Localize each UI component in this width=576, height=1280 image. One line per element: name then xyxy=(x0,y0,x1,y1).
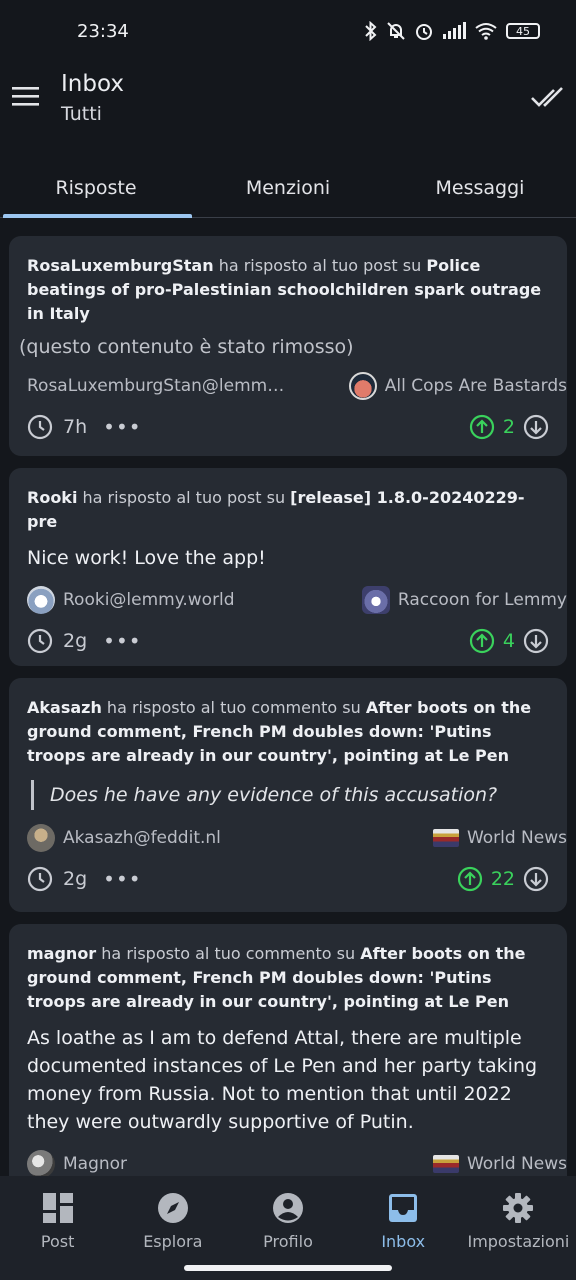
reply-meta: RosaLuxemburgStan@lemm… All Cops Are Bas… xyxy=(27,372,567,400)
reply-time: 2g xyxy=(63,630,88,652)
reply-actions: 7h ••• 2 xyxy=(27,414,549,440)
downvote-icon[interactable] xyxy=(523,628,549,654)
reply-actions: 2g ••• 4 xyxy=(27,628,549,654)
reply-user[interactable]: RosaLuxemburgStan@lemm… xyxy=(27,376,284,396)
wifi-icon xyxy=(475,23,497,40)
nav-post[interactable]: Post xyxy=(0,1176,115,1280)
page-subtitle[interactable]: Tutti xyxy=(61,100,124,128)
reply-content: Nice work! Love the app! xyxy=(27,547,266,569)
reply-community[interactable]: World News xyxy=(467,828,567,848)
community-avatar xyxy=(361,586,390,614)
tab-menzioni[interactable]: Menzioni xyxy=(192,158,384,217)
tab-bar: Risposte Menzioni Messaggi xyxy=(0,158,576,218)
reply-headline: Rooki ha risposto al tuo post su [releas… xyxy=(27,486,549,534)
reply-meta: Magnor World News xyxy=(27,1150,567,1176)
reply-score: 2 xyxy=(502,416,515,438)
nav-esplora-label: Esplora xyxy=(143,1232,203,1251)
more-options-icon[interactable]: ••• xyxy=(103,867,141,891)
reply-author[interactable]: magnor xyxy=(27,944,96,963)
gear-icon xyxy=(503,1193,534,1223)
reply-card[interactable]: magnor ha risposto al tuo commento su Af… xyxy=(9,924,567,1176)
reply-score: 22 xyxy=(490,868,515,890)
reply-author[interactable]: RosaLuxemburgStan xyxy=(27,256,214,275)
reply-actions: 2g ••• 22 xyxy=(27,866,549,892)
alarm-icon xyxy=(416,24,432,40)
community-flag-icon xyxy=(432,1155,459,1173)
downvote-icon[interactable] xyxy=(523,866,549,892)
downvote-icon[interactable] xyxy=(523,414,549,440)
menu-icon[interactable] xyxy=(12,84,40,108)
nav-inbox-label: Inbox xyxy=(381,1232,426,1251)
reply-author[interactable]: Rooki xyxy=(27,488,77,507)
bell-off-icon xyxy=(387,22,405,40)
clock-icon xyxy=(27,628,53,654)
reply-content: As loathe as I am to defend Attal, there… xyxy=(27,1027,538,1133)
reply-feed: RosaLuxemburgStan ha risposto al tuo pos… xyxy=(9,236,567,1176)
tab-messaggi[interactable]: Messaggi xyxy=(384,158,576,217)
user-avatar xyxy=(27,1150,55,1176)
nav-impostazioni-label: Impostazioni xyxy=(467,1232,570,1251)
reply-meta: Akasazh@feddit.nl World News xyxy=(27,824,567,852)
mark-all-read-icon[interactable] xyxy=(530,82,566,112)
reply-score: 4 xyxy=(502,630,515,652)
user-avatar xyxy=(27,586,55,614)
signal-icon xyxy=(443,22,466,39)
nav-impostazioni[interactable]: Impostazioni xyxy=(461,1176,576,1280)
reply-community[interactable]: Raccoon for Lemmy xyxy=(398,590,567,610)
upvote-icon[interactable] xyxy=(469,414,495,440)
page-title: Inbox xyxy=(61,71,124,97)
reply-action: ha risposto al tuo post su xyxy=(77,488,291,507)
upvote-icon[interactable] xyxy=(469,628,495,654)
reply-content: (questo contenuto è stato rimosso) xyxy=(19,336,354,358)
upvote-icon[interactable] xyxy=(457,866,483,892)
clock-icon xyxy=(27,414,53,440)
community-avatar xyxy=(348,372,377,400)
reply-time: 2g xyxy=(63,868,88,890)
app-bar: Inbox Tutti xyxy=(0,62,576,150)
tab-risposte[interactable]: Risposte xyxy=(0,158,192,218)
status-bar: 23:34 45 xyxy=(0,0,576,62)
reply-action: ha risposto al tuo commento su xyxy=(96,944,361,963)
reply-user[interactable]: Rooki@lemmy.world xyxy=(63,590,235,610)
reply-headline: RosaLuxemburgStan ha risposto al tuo pos… xyxy=(27,254,549,326)
reply-headline: Akasazh ha risposto al tuo commento su A… xyxy=(27,696,549,768)
nav-post-label: Post xyxy=(40,1232,75,1251)
reply-author[interactable]: Akasazh xyxy=(27,698,102,717)
title-block: Inbox Tutti xyxy=(61,70,124,128)
reply-card[interactable]: RosaLuxemburgStan ha risposto al tuo pos… xyxy=(9,236,567,456)
reply-user[interactable]: Akasazh@feddit.nl xyxy=(63,828,221,848)
community-flag-icon xyxy=(432,829,459,847)
inbox-icon xyxy=(389,1194,418,1222)
reply-time: 7h xyxy=(63,416,88,438)
dashboard-icon xyxy=(42,1193,73,1223)
more-options-icon[interactable]: ••• xyxy=(103,629,141,653)
reply-action: ha risposto al tuo post su xyxy=(213,256,427,275)
compass-icon xyxy=(157,1193,188,1223)
reply-card[interactable]: Rooki ha risposto al tuo post su [releas… xyxy=(9,468,567,666)
reply-action: ha risposto al tuo commento su xyxy=(101,698,366,717)
status-time: 23:34 xyxy=(77,20,129,42)
reply-card[interactable]: Akasazh ha risposto al tuo commento su A… xyxy=(9,678,567,912)
nav-profilo-label: Profilo xyxy=(263,1232,313,1251)
reply-community[interactable]: World News xyxy=(467,1154,567,1174)
reply-community[interactable]: All Cops Are Bastards xyxy=(385,376,567,396)
bluetooth-icon xyxy=(365,21,377,41)
home-indicator[interactable] xyxy=(184,1265,392,1271)
status-icons: 45 xyxy=(364,21,540,41)
user-avatar xyxy=(27,824,55,852)
account-circle-icon xyxy=(273,1193,303,1223)
reply-meta: Rooki@lemmy.world Raccoon for Lemmy xyxy=(27,586,567,614)
more-options-icon[interactable]: ••• xyxy=(103,415,141,439)
clock-icon xyxy=(27,866,53,892)
reply-quote: Does he have any evidence of this accusa… xyxy=(31,780,549,810)
reply-headline: magnor ha risposto al tuo commento su Af… xyxy=(27,942,549,1014)
battery-icon: 45 xyxy=(506,23,540,39)
reply-user[interactable]: Magnor xyxy=(63,1154,127,1174)
